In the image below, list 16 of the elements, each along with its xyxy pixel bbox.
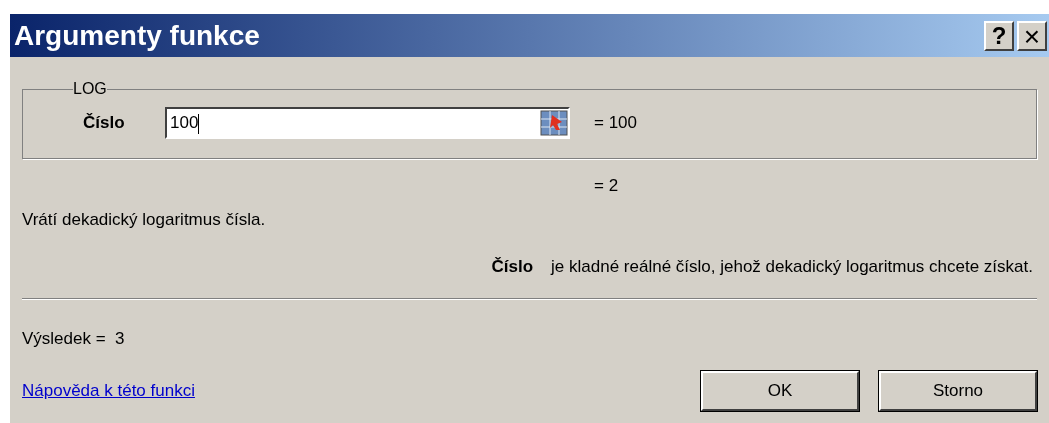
argument-value: = 100 [594,112,637,135]
result-text: Výsledek = 3 [22,327,126,350]
argument-name: Číslo [491,256,534,278]
dialog-button[interactable]: Storno [879,371,1037,411]
window-title: Argumenty funkce [14,18,260,53]
help-link[interactable]: Nápověda k této funkci [22,378,195,404]
help-button[interactable]: ? [984,20,1014,51]
argument-label: Číslo [83,112,126,135]
function-description: Vrátí dekadický logaritmus čísla. [22,208,267,231]
dialog-button[interactable]: OK [701,371,859,411]
group-legend: LOG [73,77,107,101]
argument-description: je kladné reálné číslo, jehož dekadický logaritmus chcete získat. [551,256,1033,278]
formula-result: = 2 [594,176,619,195]
cell-reference-icon[interactable] [540,110,568,136]
close-button[interactable]: × [1017,20,1047,51]
argument-input[interactable]: 100 [165,107,570,139]
